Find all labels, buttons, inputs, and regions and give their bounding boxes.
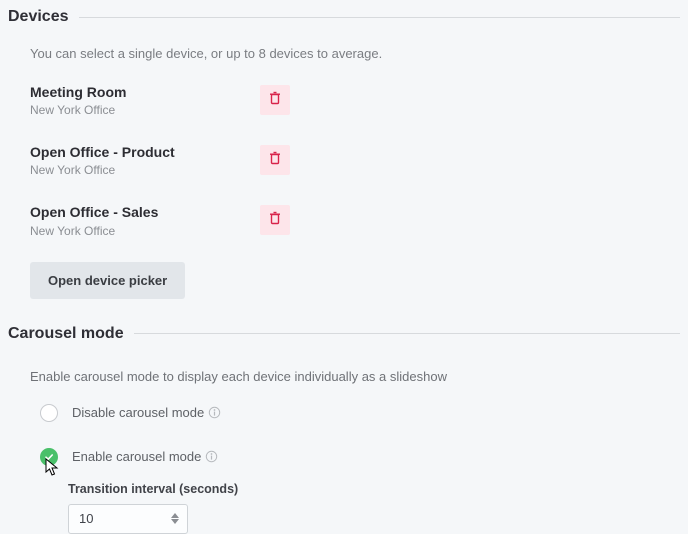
transition-interval-value: 10 <box>79 511 93 526</box>
divider <box>79 17 681 18</box>
devices-subtext: You can select a single device, or up to… <box>0 34 688 75</box>
device-row: Meeting Room New York Office <box>0 75 688 135</box>
device-name: Open Office - Sales <box>30 203 260 221</box>
device-location: New York Office <box>30 163 260 177</box>
carousel-title: Carousel mode <box>8 325 124 343</box>
open-device-picker-button[interactable]: Open device picker <box>30 262 185 299</box>
device-row: Open Office - Sales New York Office <box>0 195 688 255</box>
trash-icon <box>269 91 281 110</box>
device-name: Meeting Room <box>30 83 260 101</box>
device-location: New York Office <box>30 224 260 238</box>
transition-interval-label: Transition interval (seconds) <box>68 482 688 496</box>
divider <box>134 333 680 334</box>
stepper-icon <box>171 513 179 524</box>
radio-label: Disable carousel mode <box>72 405 204 420</box>
info-icon <box>205 450 218 463</box>
delete-device-button[interactable] <box>260 145 290 175</box>
device-location: New York Office <box>30 103 260 117</box>
device-text: Meeting Room New York Office <box>30 83 260 117</box>
device-row: Open Office - Product New York Office <box>0 135 688 195</box>
radio-enable-carousel[interactable]: Enable carousel mode <box>0 442 688 472</box>
radio-label: Enable carousel mode <box>72 449 201 464</box>
device-name: Open Office - Product <box>30 143 260 161</box>
info-icon <box>208 406 221 419</box>
picker-row: Open device picker <box>0 256 688 317</box>
radio-unchecked-icon <box>40 404 58 422</box>
device-text: Open Office - Sales New York Office <box>30 203 260 237</box>
transition-interval-select[interactable]: 10 <box>68 504 188 534</box>
trash-icon <box>269 211 281 230</box>
transition-interval-block: Transition interval (seconds) 10 <box>0 472 688 534</box>
delete-device-button[interactable] <box>260 205 290 235</box>
carousel-section-header: Carousel mode <box>0 317 688 351</box>
radio-checked-icon <box>40 448 58 466</box>
devices-section-header: Devices <box>0 0 688 34</box>
radio-disable-carousel[interactable]: Disable carousel mode <box>0 398 688 428</box>
devices-title: Devices <box>8 8 69 26</box>
delete-device-button[interactable] <box>260 85 290 115</box>
trash-icon <box>269 151 281 170</box>
carousel-description: Enable carousel mode to display each dev… <box>0 351 688 398</box>
device-text: Open Office - Product New York Office <box>30 143 260 177</box>
